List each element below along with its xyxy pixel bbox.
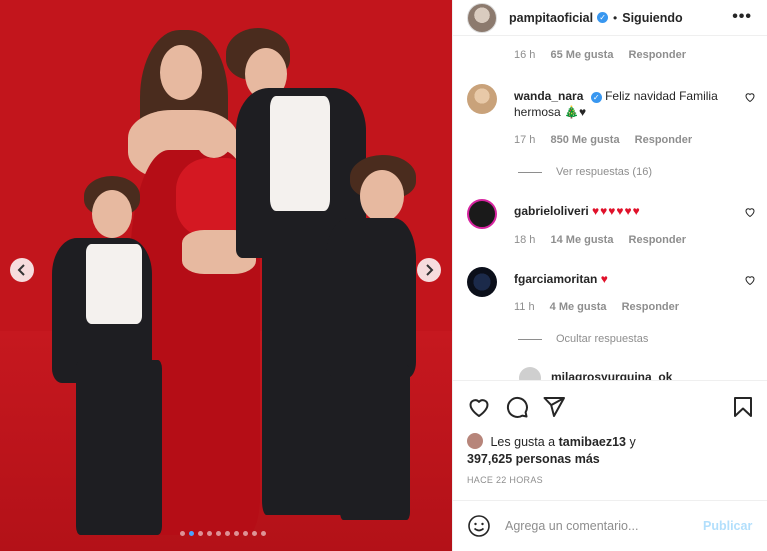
figure-suit-right-boy (326, 218, 416, 378)
comment-body: wanda_nara ✓ Feliz navidad Familia hermo… (514, 88, 739, 120)
emoji-icon[interactable] (467, 514, 491, 538)
carousel-dot (198, 531, 203, 536)
verified-icon: ✓ (590, 92, 602, 103)
likes-count[interactable]: 397,625 personas más (467, 452, 600, 466)
heart-icon[interactable] (467, 395, 491, 419)
comments-list[interactable]: 16 h 65 Me gusta Responder wanda_nara ✓ … (453, 37, 767, 380)
avatar[interactable] (467, 433, 483, 449)
comment-body: fgarciamoritan ♥ (514, 271, 739, 287)
comment-username[interactable]: milagrosyurquina_ok (551, 370, 672, 380)
chevron-right-icon (426, 264, 434, 276)
replies-label: Ver respuestas (16) (556, 166, 652, 178)
carousel-dot (252, 531, 257, 536)
comment-input[interactable] (505, 519, 695, 533)
figure-legs-left-boy (76, 360, 162, 535)
view-replies-button[interactable]: Ver respuestas (16) (518, 166, 652, 178)
reply-button[interactable]: Responder (629, 49, 686, 61)
action-bar (453, 380, 767, 432)
comment-meta: 11 h 4 Me gusta Responder (514, 301, 691, 313)
carousel-dot (216, 531, 221, 536)
comment-meta: 17 h 850 Me gusta Responder (514, 134, 704, 146)
comment-likes[interactable]: 14 Me gusta (550, 234, 613, 246)
heart-icon[interactable] (744, 91, 756, 103)
reply-button[interactable]: Responder (635, 134, 692, 146)
replies-divider (518, 171, 542, 173)
comment-username[interactable]: wanda_nara (514, 89, 583, 103)
reply-button[interactable]: Responder (622, 301, 679, 313)
heart-icon[interactable] (744, 274, 756, 286)
comment-meta: 16 h 65 Me gusta Responder (514, 49, 698, 61)
carousel-dot (234, 531, 239, 536)
bookmark-icon[interactable] (731, 395, 755, 419)
verified-icon: ✓ (597, 12, 609, 23)
post-panel: pampitaoficial ✓ • Siguiendo ••• 16 h 65… (452, 0, 767, 551)
figure-face-baby (196, 122, 232, 158)
figure-face-right-boy (360, 170, 404, 222)
header-username[interactable]: pampitaoficial (509, 11, 593, 25)
following-button[interactable]: Siguiendo (622, 11, 682, 25)
replies-label: Ocultar respuestas (556, 333, 649, 345)
more-icon[interactable]: ••• (732, 8, 752, 26)
chevron-left-icon (17, 264, 25, 276)
carousel-next-button[interactable] (417, 258, 441, 282)
figure-face-mother (160, 45, 202, 100)
figure-legs-right-boy (340, 365, 410, 520)
carousel-dot (180, 531, 185, 536)
comment-username[interactable]: gabrieloliveri (514, 204, 589, 218)
avatar[interactable] (467, 84, 497, 114)
header-separator: • (613, 10, 618, 25)
post-header: pampitaoficial ✓ • Siguiendo ••• (453, 0, 767, 36)
figure-shirt-left-boy (86, 244, 142, 324)
figure-shirt-tall-boy (270, 96, 330, 211)
carousel-prev-button[interactable] (10, 258, 34, 282)
carousel-dots (180, 531, 266, 536)
carousel-dot (261, 531, 266, 536)
reply-button[interactable]: Responder (629, 234, 686, 246)
likes-user[interactable]: tamibaez13 (559, 435, 626, 449)
comment-item: gabrieloliveri ♥♥♥♥♥♥ (467, 199, 762, 239)
likes-connector: y (629, 435, 636, 449)
hide-replies-button[interactable]: Ocultar respuestas (518, 333, 648, 345)
comment-likes[interactable]: 65 Me gusta (550, 49, 613, 61)
likes-prefix: Les gusta a (490, 435, 556, 449)
avatar[interactable] (467, 199, 497, 229)
replies-divider (518, 338, 542, 340)
comment-time: 17 h (514, 134, 536, 146)
avatar[interactable] (467, 267, 497, 297)
carousel-dot (189, 531, 194, 536)
post-photo[interactable] (0, 0, 452, 551)
comment-text: ♥♥♥♥♥♥ (592, 204, 641, 218)
comment-time: 11 h (514, 301, 535, 313)
comment-likes[interactable]: 850 Me gusta (550, 134, 619, 146)
comment-likes[interactable]: 4 Me gusta (550, 301, 607, 313)
post-button[interactable]: Publicar (703, 519, 752, 533)
add-comment-bar: Publicar (453, 500, 767, 551)
comment-item: milagrosyurquina_ok (519, 367, 767, 380)
post-timestamp[interactable]: HACE 22 HORAS (467, 475, 543, 485)
comment-text: ♥ (600, 272, 609, 286)
avatar[interactable] (519, 367, 541, 380)
carousel-dot (243, 531, 248, 536)
comment-time: 16 h (514, 49, 536, 61)
comment-meta: 18 h 14 Me gusta Responder (514, 234, 698, 246)
comment-icon[interactable] (505, 395, 529, 419)
comment-time: 18 h (514, 234, 536, 246)
avatar[interactable] (467, 2, 497, 33)
likes-summary: Les gusta a tamibaez13 y 397,625 persona… (467, 433, 757, 468)
heart-icon[interactable] (744, 206, 756, 218)
comment-username[interactable]: fgarciamoritan (514, 272, 597, 286)
share-icon[interactable] (542, 395, 566, 419)
carousel-dot (225, 531, 230, 536)
carousel-dot (207, 531, 212, 536)
figure-face-left-boy (92, 190, 132, 238)
comment-body: gabrieloliveri ♥♥♥♥♥♥ (514, 203, 739, 219)
